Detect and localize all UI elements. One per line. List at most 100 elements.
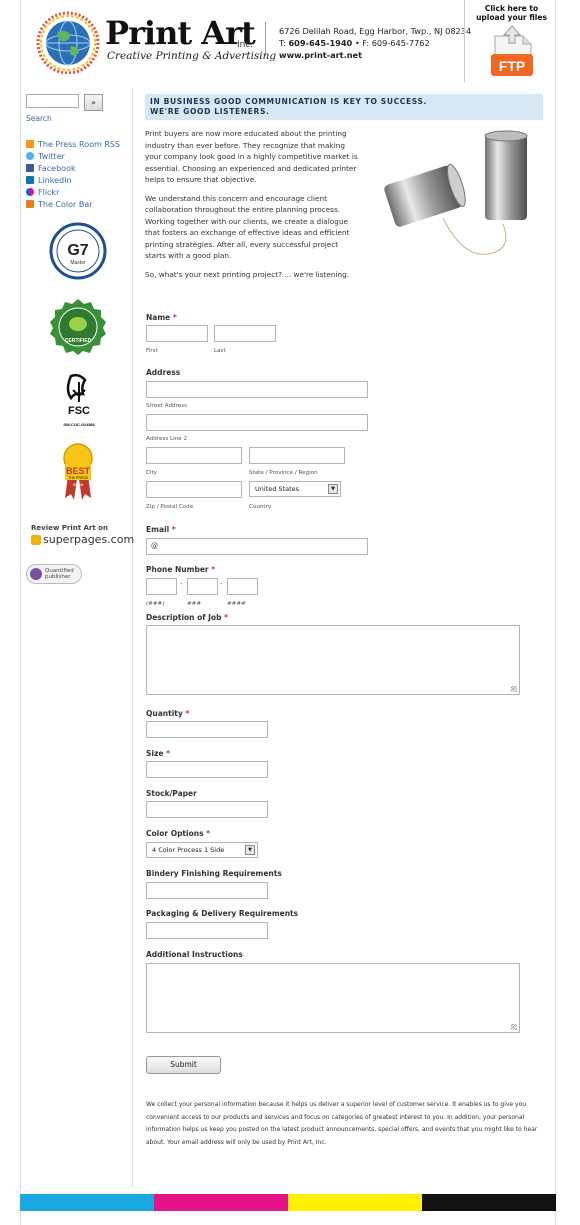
street-address-input[interactable] bbox=[146, 381, 368, 398]
colorbar-icon bbox=[26, 200, 34, 208]
phone-area-input[interactable] bbox=[146, 578, 177, 595]
description-label: Description of Job * bbox=[146, 613, 229, 622]
g7-text: G7 bbox=[67, 242, 88, 259]
email-input[interactable]: @ bbox=[146, 538, 368, 555]
submit-button[interactable]: Submit bbox=[146, 1056, 221, 1074]
quantity-input[interactable] bbox=[146, 721, 268, 738]
rss-icon bbox=[26, 140, 34, 148]
country-select[interactable]: United States ▼ bbox=[249, 481, 341, 497]
brand-name[interactable]: Print Art bbox=[105, 14, 256, 52]
state-input[interactable] bbox=[249, 447, 345, 464]
tin-can-telephone-image bbox=[384, 130, 528, 255]
bindery-label: Bindery Finishing Requirements bbox=[146, 869, 282, 878]
best-the-press-award-icon[interactable]: BEST THE PRESS GOLD bbox=[61, 442, 95, 502]
phone-line-input[interactable] bbox=[227, 578, 258, 595]
black-swatch bbox=[422, 1194, 556, 1211]
country-sublabel: Country bbox=[249, 504, 272, 510]
best-gold-text: GOLD bbox=[73, 483, 84, 487]
intro-paragraph: So, what's your next printing project? .… bbox=[145, 269, 350, 279]
intro-paragraph: Print buyers are now more educated about… bbox=[145, 129, 358, 184]
fsc-logo-icon[interactable]: FSC SW-COC-004388 bbox=[51, 372, 107, 430]
header: Print Art Inc. Creative Printing & Adver… bbox=[21, 0, 557, 88]
phone-area-sublabel: (###) bbox=[146, 601, 165, 607]
size-input[interactable] bbox=[146, 761, 268, 778]
social-links: The Press Room RSS Twitter Facebook Link… bbox=[26, 138, 120, 210]
best-subtext: THE PRESS bbox=[68, 476, 89, 480]
brand-suffix: Inc. bbox=[237, 40, 254, 50]
first-sublabel: First bbox=[146, 348, 158, 354]
packaging-label: Packaging & Delivery Requirements bbox=[146, 909, 299, 918]
globe-logo-icon[interactable] bbox=[35, 8, 101, 74]
city-input[interactable] bbox=[146, 447, 242, 464]
quantified-publisher-badge[interactable]: Quantified publisher bbox=[26, 564, 82, 584]
zip-input[interactable] bbox=[146, 481, 242, 498]
resize-handle-icon[interactable] bbox=[511, 686, 517, 692]
packaging-input[interactable] bbox=[146, 922, 268, 939]
facebook-icon bbox=[26, 164, 34, 172]
description-textarea[interactable] bbox=[146, 625, 520, 695]
bindery-input[interactable] bbox=[146, 882, 268, 899]
search-label[interactable]: Search bbox=[26, 114, 52, 123]
color-options-label: Color Options * bbox=[146, 829, 211, 838]
address-line2-input[interactable] bbox=[146, 414, 368, 431]
intro-paragraph: We understand this concern and encourage… bbox=[145, 193, 350, 261]
search-input[interactable] bbox=[26, 94, 79, 108]
banner-line2: WE'RE GOOD LISTENERS. bbox=[150, 107, 270, 116]
phone-prefix-input[interactable] bbox=[187, 578, 218, 595]
banner-line1: IN BUSINESS GOOD COMMUNICATION IS KEY TO… bbox=[150, 97, 428, 106]
sidebar-link-twitter[interactable]: Twitter bbox=[26, 150, 120, 162]
sidebar-link-label: Twitter bbox=[38, 151, 65, 161]
rainforest-text: CERTIFIED bbox=[65, 338, 92, 344]
sidebar-link-colorbar[interactable]: The Color Bar bbox=[26, 198, 120, 210]
ftp-upload-link[interactable]: Click here to upload your files FTP bbox=[464, 0, 557, 82]
search-button[interactable]: » bbox=[84, 94, 103, 111]
ftp-upload-icon[interactable]: FTP bbox=[487, 24, 537, 80]
sidebar-link-label: The Press Room RSS bbox=[38, 139, 121, 149]
phone-label: Phone Number * bbox=[146, 565, 216, 574]
last-sublabel: Last bbox=[214, 348, 226, 354]
additional-instructions-label: Additional Instructions bbox=[146, 950, 243, 959]
superpages-icon bbox=[31, 534, 41, 545]
brand-tagline: Creative Printing & Advertising bbox=[107, 50, 277, 62]
fax-text: • F: 609-645-7762 bbox=[354, 38, 430, 48]
yellow-swatch bbox=[288, 1194, 422, 1211]
sidebar-link-flickr[interactable]: Flickr bbox=[26, 186, 120, 198]
chevron-down-icon: ▼ bbox=[245, 845, 255, 855]
sidebar-link-linkedin[interactable]: LinkedIn bbox=[26, 174, 120, 186]
line2-sublabel: Address Line 2 bbox=[146, 436, 188, 442]
phone-line: T: 609-645-1940 • F: 609-645-7762 bbox=[279, 37, 471, 49]
sidebar-link-facebook[interactable]: Facebook bbox=[26, 162, 120, 174]
fsc-code: SW-COC-004388 bbox=[63, 422, 95, 427]
stock-label: Stock/Paper bbox=[146, 789, 197, 798]
phone-dash: - bbox=[220, 580, 223, 588]
rainforest-alliance-badge-icon[interactable]: CERTIFIED bbox=[49, 298, 107, 356]
last-name-input[interactable] bbox=[214, 325, 276, 342]
sidebar-link-rss[interactable]: The Press Room RSS bbox=[26, 138, 120, 150]
sidebar-link-label: The Color Bar bbox=[38, 199, 93, 209]
superpages-link[interactable]: superpages.com bbox=[31, 533, 134, 546]
name-label: Name * bbox=[146, 313, 177, 322]
phone-line-sublabel: #### bbox=[227, 601, 246, 607]
sidebar-link-label: Facebook bbox=[38, 163, 76, 173]
color-options-select[interactable]: 4 Color Process 1 Side ▼ bbox=[146, 842, 258, 858]
g7-master-badge-icon[interactable]: G7 Master bbox=[49, 222, 107, 280]
review-label: Review Print Art on bbox=[31, 524, 108, 532]
linkedin-icon bbox=[26, 176, 34, 184]
website-link[interactable]: www.print-art.net bbox=[279, 50, 362, 60]
cmyk-color-bar bbox=[20, 1194, 556, 1211]
cyan-swatch bbox=[20, 1194, 154, 1211]
address-text: 6726 Delilah Road, Egg Harbor, Twp., NJ … bbox=[279, 26, 472, 36]
stock-input[interactable] bbox=[146, 801, 268, 818]
phone-dash: - bbox=[180, 580, 183, 588]
size-label: Size * bbox=[146, 749, 170, 758]
slogan-banner: IN BUSINESS GOOD COMMUNICATION IS KEY TO… bbox=[145, 94, 543, 120]
first-name-input[interactable] bbox=[146, 325, 208, 342]
zip-sublabel: Zip / Postal Code bbox=[146, 504, 194, 510]
resize-handle-icon[interactable] bbox=[511, 1024, 517, 1030]
additional-instructions-textarea[interactable] bbox=[146, 963, 520, 1033]
email-label: Email * bbox=[146, 525, 176, 534]
color-options-value: 4 Color Process 1 Side bbox=[152, 846, 225, 854]
phone-number[interactable]: 609-645-1940 bbox=[288, 38, 352, 48]
phone-prefix-sublabel: ### bbox=[187, 601, 202, 607]
ftp-caption: Click here to upload your files bbox=[465, 4, 558, 22]
